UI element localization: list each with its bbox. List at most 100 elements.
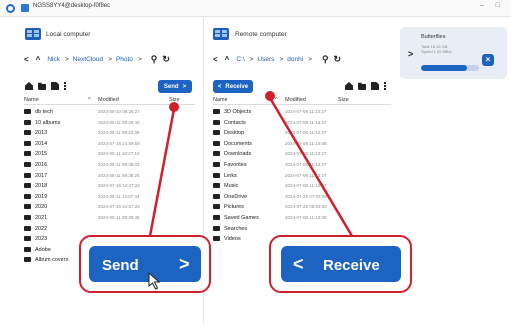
title-bar: NGSS8YY4@desktop-f0f8ec – □ <box>0 0 511 17</box>
folder-icon <box>24 257 31 263</box>
breadcrumb-segment[interactable]: Nick <box>47 56 60 63</box>
file-row[interactable]: 10 albums 2024-05-11 09:25:40 <box>24 118 195 129</box>
file-row[interactable]: Documents 2024-07-08 11:13:08 <box>213 139 391 150</box>
file-row[interactable]: Pictures 2024-07-25 08:03:04 <box>213 202 391 213</box>
file-date: 2024-07-25 07:03:09 <box>285 193 327 199</box>
file-name: 2015 <box>35 151 48 158</box>
folder-icon <box>24 161 31 167</box>
expand-chevron-icon[interactable]: > <box>408 49 413 59</box>
back-chevron-icon[interactable]: < <box>24 55 29 64</box>
receive-button-enlarged[interactable]: < Receive <box>281 246 401 282</box>
column-size[interactable]: Size <box>338 97 349 103</box>
send-button[interactable]: Send > <box>158 80 192 93</box>
file-name: Downloads <box>224 151 252 158</box>
refresh-icon[interactable]: ↻ <box>334 54 342 65</box>
folder-icon <box>213 204 220 210</box>
file-row[interactable]: 2020 2024-07-16 14:57:22 <box>24 202 195 213</box>
connection-icon <box>21 4 29 12</box>
file-name: Desktop <box>224 130 245 137</box>
receive-callout-frame: < Receive <box>269 235 412 293</box>
up-chevron-icon[interactable]: ^ <box>36 55 41 64</box>
folder-icon <box>213 130 220 136</box>
file-name: 2022 <box>35 225 48 232</box>
search-icon[interactable]: ⚲ <box>151 54 158 65</box>
window-title: NGSS8YY4@desktop-f0f8ec <box>33 3 111 9</box>
transfer-progress-bar <box>421 65 479 71</box>
file-row[interactable]: Music 2024-07-08 11:13:27 <box>213 181 391 192</box>
column-modified[interactable]: Modified <box>285 97 306 103</box>
folder-icon <box>213 183 220 189</box>
folder-icon <box>24 151 31 157</box>
file-row[interactable]: 2018 2024-07-16 14:47:22 <box>24 181 195 192</box>
file-row[interactable]: 2014 2024-07-16 14:59:58 <box>24 139 195 150</box>
transfer-progress-fill <box>421 65 468 71</box>
breadcrumb-separator-icon: > <box>64 55 69 63</box>
back-chevron-icon[interactable]: < <box>213 55 218 64</box>
file-date: 2024-07-25 08:03:04 <box>285 204 327 210</box>
up-chevron-icon[interactable]: ^ <box>225 55 230 64</box>
file-date: 2024-07-08 11:13:08 <box>285 140 327 146</box>
column-size[interactable]: Size <box>169 97 180 103</box>
file-row[interactable]: 2015 2024-05-11 10:27:10 <box>24 149 195 160</box>
send-callout-frame: Send > <box>79 235 211 293</box>
file-row[interactable]: db tech 2024-05-10 09:26:27 <box>24 107 195 118</box>
refresh-icon[interactable]: ↻ <box>162 54 170 65</box>
file-row[interactable]: 2016 2024-05-11 09:38:03 <box>24 160 195 171</box>
file-icon[interactable] <box>371 82 379 90</box>
home-icon[interactable] <box>345 82 353 90</box>
folder-icon <box>24 130 31 136</box>
file-row[interactable]: Searches <box>213 224 391 235</box>
folder-icon <box>24 225 31 231</box>
file-name: 2016 <box>35 161 48 168</box>
window-controls[interactable]: – □ <box>480 2 505 9</box>
file-row[interactable]: Contacts 2024-07-08 11:13:27 <box>213 118 391 129</box>
new-folder-icon[interactable] <box>358 82 366 90</box>
file-row[interactable]: 2013 2024-05-11 09:22:36 <box>24 128 195 139</box>
column-modified[interactable]: Modified <box>98 97 119 103</box>
file-row[interactable]: 3D Objects 2024-07-08 11:13:27 <box>213 107 391 118</box>
local-nav-row: < ^ Nick > NextCloud > Photo > ⚲ ↻ <box>24 53 170 65</box>
file-row[interactable]: Favorites 2024-07-08 11:13:27 <box>213 160 391 171</box>
file-date: 2024-07-08 11:13:27 <box>285 151 327 157</box>
more-options-icon[interactable] <box>384 82 386 90</box>
send-button-enlarged[interactable]: Send > <box>89 246 201 282</box>
folder-icon <box>24 140 31 146</box>
folder-icon <box>24 183 31 189</box>
breadcrumb-separator-icon: > <box>279 55 284 63</box>
file-date: 2024-05-11 10:27:10 <box>98 151 140 157</box>
file-row[interactable]: 2022 <box>24 224 195 235</box>
folder-icon <box>213 151 220 157</box>
file-row[interactable]: OneDrive 2024-07-25 07:03:09 <box>213 192 391 203</box>
file-row[interactable]: Links 2024-07-08 11:13:27 <box>213 171 391 182</box>
file-date: 2024-07-08 11:13:27 <box>285 183 327 189</box>
breadcrumb-segment[interactable]: Photo <box>116 56 133 63</box>
breadcrumb-segment[interactable]: NextCloud <box>73 56 103 63</box>
file-row[interactable]: 2017 2024-05-11 09:38:25 <box>24 171 195 182</box>
breadcrumb-segment[interactable]: Users <box>257 56 274 63</box>
cancel-transfer-icon[interactable]: × <box>482 54 494 66</box>
breadcrumb-segment[interactable]: C:\ <box>236 56 244 63</box>
receive-button[interactable]: < Receive <box>213 80 253 93</box>
home-icon[interactable] <box>25 82 33 90</box>
column-name[interactable]: Name <box>24 97 39 103</box>
file-row[interactable]: 2019 2024-05-11 12:07:44 <box>24 192 195 203</box>
search-icon[interactable]: ⚲ <box>322 54 329 65</box>
remote-computer-icon <box>213 28 229 40</box>
breadcrumb-segment[interactable]: donhi <box>287 56 303 63</box>
file-date: 2024-07-08 11:13:27 <box>285 130 327 136</box>
file-name: 2017 <box>35 172 48 179</box>
file-date: 2024-05-10 09:26:27 <box>98 109 140 114</box>
new-folder-icon[interactable] <box>38 82 46 90</box>
folder-icon <box>24 109 31 114</box>
more-options-icon[interactable] <box>64 82 66 90</box>
file-row[interactable]: 2021 2024-05-11 09:39:48 <box>24 213 195 224</box>
folder-icon <box>213 161 220 167</box>
file-icon[interactable] <box>51 82 59 90</box>
column-name[interactable]: Name <box>213 97 228 103</box>
file-name: Contacts <box>224 119 246 126</box>
transfer-title: Butterflies <box>421 34 446 40</box>
file-row[interactable]: Desktop 2024-07-08 11:13:27 <box>213 128 391 139</box>
file-row[interactable]: Downloads 2024-07-08 11:13:27 <box>213 149 391 160</box>
file-name: Documents <box>224 140 252 147</box>
file-row[interactable]: Saved Games 2024-07-08 11:13:08 <box>213 213 391 224</box>
